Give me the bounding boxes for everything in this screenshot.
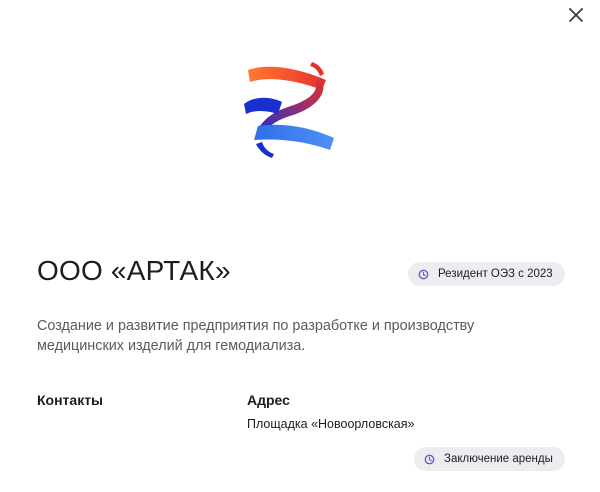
company-description: Создание и развитие предприятия по разра… (37, 318, 475, 354)
lease-badge-label: Заключение аренды (444, 453, 553, 465)
clock-icon (424, 454, 435, 465)
clock-icon (418, 269, 429, 280)
close-icon[interactable] (565, 4, 587, 26)
close-button[interactable] (565, 4, 587, 26)
resident-badge[interactable]: Резидент ОЭЗ с 2023 (408, 262, 565, 286)
lease-badge[interactable]: Заключение аренды (414, 447, 565, 471)
company-modal: ООО «АРТАК» Резидент ОЭЗ с 2023 Создание… (0, 0, 600, 492)
artak-logo-icon (244, 62, 334, 158)
contacts-heading: Контакты (37, 392, 104, 408)
company-logo (238, 56, 344, 162)
address-heading: Адрес (247, 392, 290, 408)
resident-badge-label: Резидент ОЭЗ с 2023 (438, 268, 553, 280)
company-title: ООО «АРТАК» (37, 255, 231, 286)
address-value: Площадка «Новоорловская» (247, 417, 415, 431)
